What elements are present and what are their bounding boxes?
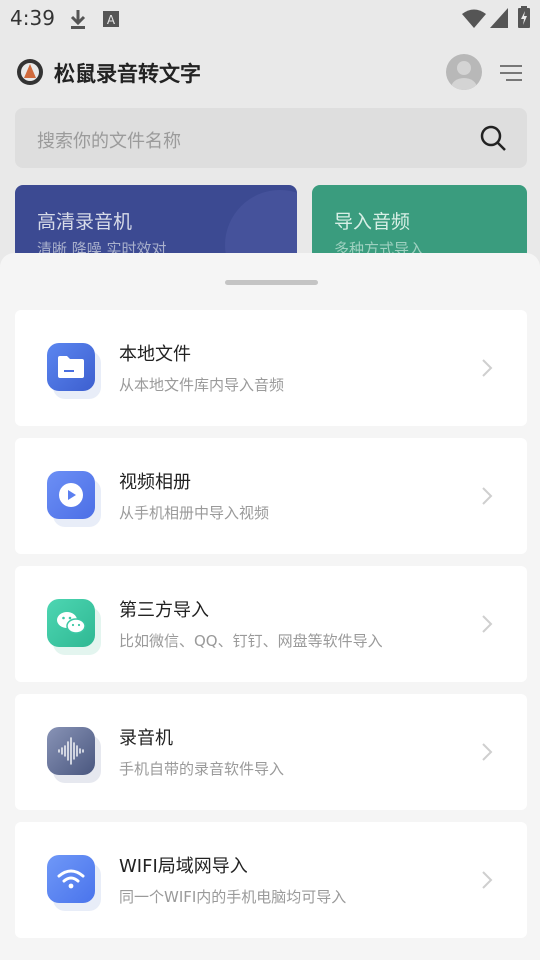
import-audio-card[interactable]: 导入音频 多种方式导入 bbox=[312, 185, 527, 260]
item-subtitle: 手机自带的录音软件导入 bbox=[119, 760, 285, 778]
app-title: 松鼠录音转文字 bbox=[54, 62, 201, 86]
item-title: WIFI局域网导入 bbox=[119, 856, 248, 877]
item-title: 本地文件 bbox=[119, 344, 191, 365]
import-recorder-item[interactable]: 录音机 手机自带的录音软件导入 bbox=[15, 694, 527, 810]
status-time: 4:39 bbox=[10, 6, 55, 30]
chevron-right-icon bbox=[482, 871, 493, 889]
item-subtitle: 从本地文件库内导入音频 bbox=[119, 376, 285, 394]
svg-text:A: A bbox=[107, 13, 116, 27]
import-local-file-item[interactable]: 本地文件 从本地文件库内导入音频 bbox=[15, 310, 527, 426]
import-wifi-lan-item[interactable]: WIFI局域网导入 同一个WIFI内的手机电脑均可导入 bbox=[15, 822, 527, 938]
wechat-icon bbox=[47, 599, 95, 647]
item-subtitle: 比如微信、QQ、钉钉、网盘等软件导入 bbox=[119, 632, 383, 650]
folder-icon bbox=[47, 343, 95, 391]
card-title: 高清录音机 bbox=[37, 211, 133, 233]
battery-charging-icon bbox=[518, 6, 530, 28]
app-logo-icon[interactable] bbox=[16, 58, 44, 86]
download-icon bbox=[70, 10, 86, 29]
item-title: 第三方导入 bbox=[119, 600, 209, 621]
search-placeholder: 搜索你的文件名称 bbox=[37, 131, 181, 152]
item-subtitle: 从手机相册中导入视频 bbox=[119, 504, 270, 522]
wifi-icon bbox=[47, 855, 95, 903]
item-title: 视频相册 bbox=[119, 472, 191, 493]
card-decoration bbox=[225, 190, 297, 260]
chevron-right-icon bbox=[482, 487, 493, 505]
app-header: 松鼠录音转文字 bbox=[0, 44, 540, 100]
chevron-right-icon bbox=[482, 743, 493, 761]
soundwave-icon bbox=[47, 727, 95, 775]
import-third-party-item[interactable]: 第三方导入 比如微信、QQ、钉钉、网盘等软件导入 bbox=[15, 566, 527, 682]
search-input[interactable]: 搜索你的文件名称 bbox=[15, 108, 527, 168]
search-icon[interactable] bbox=[479, 124, 507, 152]
card-title: 导入音频 bbox=[334, 211, 411, 233]
import-bottom-sheet: 本地文件 从本地文件库内导入音频 视频相册 从手机相册中导入视频 第三方导入 比… bbox=[0, 253, 540, 960]
record-card[interactable]: 高清录音机 清晰 降噪 实时效对 bbox=[15, 185, 297, 260]
item-title: 录音机 bbox=[119, 728, 173, 749]
wifi-icon bbox=[462, 9, 486, 28]
text-a-icon: A bbox=[103, 11, 119, 27]
sheet-drag-handle[interactable] bbox=[225, 280, 318, 285]
status-bar: 4:39 A bbox=[0, 0, 540, 36]
signal-icon bbox=[490, 8, 508, 28]
chevron-right-icon bbox=[482, 359, 493, 377]
menu-icon[interactable] bbox=[500, 64, 522, 82]
item-subtitle: 同一个WIFI内的手机电脑均可导入 bbox=[119, 888, 347, 906]
play-video-icon bbox=[47, 471, 95, 519]
avatar-icon[interactable] bbox=[446, 54, 482, 90]
chevron-right-icon bbox=[482, 615, 493, 633]
import-video-album-item[interactable]: 视频相册 从手机相册中导入视频 bbox=[15, 438, 527, 554]
